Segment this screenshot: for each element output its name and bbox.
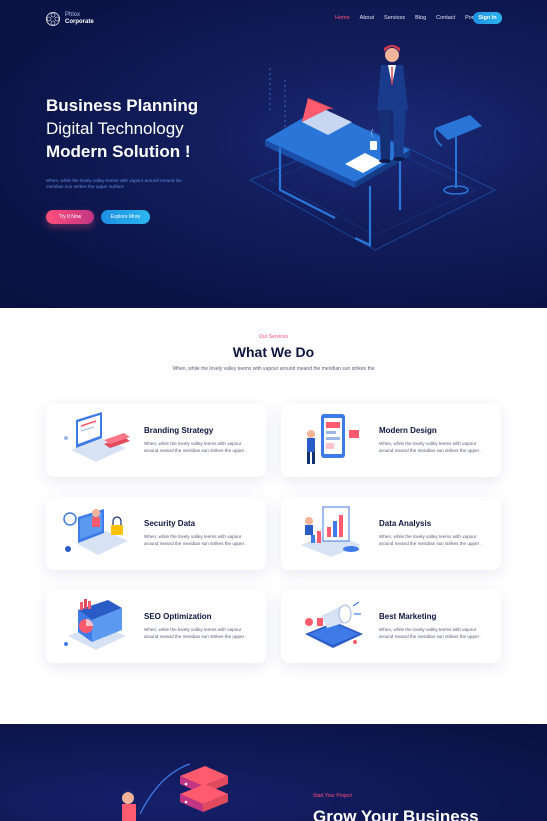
seo-monitor-icon [64,599,126,650]
servers-man-illustration-icon [122,763,228,821]
logo-icon [46,12,60,26]
card-text-security: When, while the lovely valley teems with… [144,534,247,546]
start-project-section: Start Your Project Grow Your Business [0,724,547,821]
services-description: When, while the lovely valley teems with… [172,366,375,372]
brand-name-line1: Phlox [65,12,81,18]
services-eyebrow: Our Services [259,334,288,340]
brand-logo[interactable]: Phlox Corporate [45,11,94,27]
nav-services[interactable]: Services [384,15,405,21]
nav-about[interactable]: About [360,15,374,21]
hero-subtitle: When, while the lovely valley teems with… [46,178,182,189]
card-title-analysis: Data Analysis [379,519,432,528]
hero-desk-illustration-icon [248,45,497,251]
top-navbar: Phlox Corporate Home About Services Blog… [0,0,547,38]
nav-home[interactable]: Home [335,15,350,21]
analytics-chart-icon [301,506,361,557]
nav-blog[interactable]: Blog [415,15,426,21]
hero-line-3: Modern Solution ! [46,142,191,161]
grow-business-title: Grow Your Business [313,807,479,821]
laptop-books-icon [64,412,130,462]
mobile-design-icon [307,414,359,464]
card-title-branding: Branding Strategy [144,426,214,435]
try-it-now-button[interactable]: Try It Now [46,210,94,224]
services-title: What We Do [0,344,547,360]
card-text-seo: When, while the lovely valley teems with… [144,627,247,639]
megaphone-phone-icon [305,601,363,648]
explore-more-button[interactable]: Explore More [101,210,150,224]
card-title-marketing: Best Marketing [379,612,437,621]
hero-heading: Business Planning Digital Technology Mod… [46,94,198,163]
service-card-analysis[interactable]: Data Analysis When, while the lovely val… [281,497,501,570]
service-card-security[interactable]: Security Data When, while the lovely val… [46,497,266,570]
card-text-branding: When, while the lovely valley teems with… [144,441,247,453]
service-card-marketing[interactable]: Best Marketing When, while the lovely va… [281,590,501,663]
sign-in-button[interactable]: Sign In [473,12,502,24]
card-title-seo: SEO Optimization [144,612,212,621]
brand-name-line2: Corporate [65,19,94,25]
card-text-design: When, while the lovely valley teems with… [379,441,482,453]
service-card-design[interactable]: Modern Design When, while the lovely val… [281,404,501,477]
service-card-branding[interactable]: Branding Strategy When, while the lovely… [46,404,266,477]
nav-contact[interactable]: Contact [436,15,455,21]
card-title-design: Modern Design [379,426,437,435]
security-laptop-icon [63,509,128,555]
services-title-rest: We Do [267,344,315,360]
main-menu: Home About Services Blog Contact Portfol… [335,15,495,21]
hero-line-1: Business Planning [46,96,199,115]
card-text-marketing: When, while the lovely valley teems with… [379,627,482,639]
hero-section: Phlox Corporate Home About Services Blog… [0,0,547,308]
service-card-seo[interactable]: SEO Optimization When, while the lovely … [46,590,266,663]
hero-line-2: Digital Technology [46,119,184,138]
card-text-analysis: When, while the lovely valley teems with… [379,534,482,546]
card-title-security: Security Data [144,519,196,528]
start-project-eyebrow: Start Your Project [313,793,352,799]
services-title-bold: What [232,344,267,360]
